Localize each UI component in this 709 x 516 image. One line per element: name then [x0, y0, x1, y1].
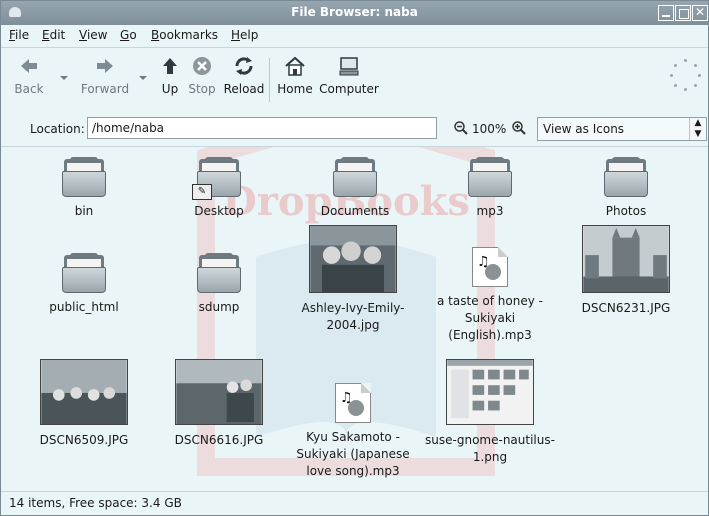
- stop-icon: [186, 52, 218, 78]
- image-thumbnail: [40, 359, 128, 425]
- menu-bookmarks[interactable]: Bookmarks: [151, 28, 218, 42]
- file-item-desktop[interactable]: ✎ Desktop: [154, 157, 284, 220]
- desktop-emblem-icon: ✎: [192, 184, 212, 200]
- folder-icon: [333, 157, 377, 197]
- menu-go[interactable]: Go: [120, 28, 137, 42]
- computer-button[interactable]: Computer: [319, 52, 379, 96]
- folder-icon: [197, 253, 241, 293]
- home-icon: [275, 52, 315, 78]
- folder-icon: [62, 157, 106, 197]
- location-input[interactable]: /home/naba: [87, 117, 437, 139]
- file-item-photos[interactable]: Photos: [561, 157, 691, 220]
- icon-view[interactable]: DropBooks bin ✎ Desktop Documents mp3 Ph…: [1, 147, 708, 491]
- file-name: a taste of honey - Sukiyaki (English).mp…: [437, 294, 543, 342]
- zoom-level[interactable]: 100%: [472, 122, 506, 136]
- stop-button[interactable]: Stop: [186, 52, 218, 96]
- file-item-sdump[interactable]: sdump: [154, 253, 284, 316]
- computer-icon: [319, 52, 379, 78]
- minimize-button[interactable]: [658, 5, 674, 21]
- image-thumbnail: [175, 359, 263, 425]
- reload-label: Reload: [223, 82, 265, 96]
- menu-bar: File Edit View Go Bookmarks Help: [1, 25, 708, 47]
- toolbar-separator: [269, 58, 270, 102]
- file-item-dscn6616[interactable]: DSCN6616.JPG: [154, 359, 284, 449]
- file-name: Desktop: [194, 204, 244, 218]
- up-arrow-icon: [158, 52, 182, 78]
- throbber-icon: [669, 58, 703, 92]
- close-button[interactable]: [692, 5, 708, 21]
- file-name: Documents: [320, 204, 390, 218]
- file-item-documents[interactable]: Documents: [290, 157, 420, 220]
- folder-icon: [604, 157, 648, 197]
- reload-icon: [222, 52, 266, 78]
- audio-file-icon: ♫: [335, 383, 371, 423]
- file-name: mp3: [476, 204, 504, 218]
- view-mode-value: View as Icons: [543, 122, 625, 136]
- location-label: Location:: [30, 122, 85, 136]
- home-button[interactable]: Home: [275, 52, 315, 96]
- file-item-kyu-sakamoto-mp3[interactable]: ♫ Kyu Sakamoto - Sukiyaki (Japanese love…: [290, 383, 416, 480]
- image-thumbnail: [582, 225, 670, 293]
- folder-icon: [468, 157, 512, 197]
- status-text: 14 items, Free space: 3.4 GB: [9, 496, 182, 510]
- forward-history-dropdown[interactable]: [139, 76, 147, 80]
- computer-label: Computer: [319, 82, 379, 96]
- file-item-bin[interactable]: bin: [19, 157, 149, 220]
- file-item-mp3[interactable]: mp3: [425, 157, 555, 220]
- file-name: Ashley-Ivy-Emily-2004.jpg: [301, 301, 405, 332]
- file-item-taste-of-honey-mp3[interactable]: ♫ a taste of honey - Sukiyaki (English).…: [425, 247, 555, 344]
- forward-arrow-icon: [77, 52, 133, 78]
- menu-file[interactable]: File: [9, 28, 29, 42]
- image-thumbnail: [309, 225, 397, 293]
- view-mode-select[interactable]: View as Icons ▲ ▼: [537, 117, 707, 141]
- forward-button[interactable]: Forward: [77, 52, 133, 96]
- up-button[interactable]: Up: [158, 52, 182, 96]
- file-name: suse-gnome-nautilus-1.png: [425, 433, 555, 464]
- back-button[interactable]: Back: [9, 52, 49, 96]
- forward-label: Forward: [80, 82, 130, 96]
- zoom-in-icon[interactable]: [511, 120, 527, 139]
- file-name: public_html: [49, 300, 119, 314]
- image-thumbnail: [446, 359, 534, 425]
- back-arrow-icon: [9, 52, 49, 78]
- file-name: DSCN6616.JPG: [174, 433, 264, 447]
- menu-edit[interactable]: Edit: [42, 28, 65, 42]
- window-title: File Browser: naba: [291, 5, 418, 19]
- back-label: Back: [14, 82, 44, 96]
- file-browser-window: File Browser: naba File Edit View Go Boo…: [0, 0, 709, 516]
- audio-file-icon: ♫: [472, 247, 508, 287]
- file-item-dscn6231[interactable]: DSCN6231.JPG: [561, 225, 691, 317]
- file-item-public-html[interactable]: public_html: [19, 253, 149, 316]
- stop-label: Stop: [188, 82, 216, 96]
- file-name: DSCN6509.JPG: [39, 433, 129, 447]
- title-bar[interactable]: File Browser: naba: [1, 1, 708, 25]
- menu-help[interactable]: Help: [231, 28, 258, 42]
- folder-icon: [62, 253, 106, 293]
- status-bar: 14 items, Free space: 3.4 GB: [1, 491, 708, 515]
- menu-view[interactable]: View: [79, 28, 107, 42]
- file-name: sdump: [198, 300, 240, 314]
- file-name: bin: [74, 204, 94, 218]
- back-history-dropdown[interactable]: [60, 76, 68, 80]
- home-label: Home: [277, 82, 313, 96]
- select-arrows-icon: ▲ ▼: [689, 118, 706, 140]
- toolbar: Back Forward Up Stop Reload Home Compute…: [1, 47, 708, 113]
- file-item-dscn6509[interactable]: DSCN6509.JPG: [19, 359, 149, 449]
- file-name: Kyu Sakamoto - Sukiyaki (Japanese love s…: [296, 430, 410, 478]
- file-name: DSCN6231.JPG: [581, 301, 671, 315]
- up-label: Up: [161, 82, 179, 96]
- file-item-ashley-jpg[interactable]: Ashley-Ivy-Emily-2004.jpg: [290, 225, 416, 334]
- location-bar: Location: /home/naba 100% View as Icons …: [1, 112, 708, 147]
- reload-button[interactable]: Reload: [222, 52, 266, 96]
- file-item-suse-gnome-png[interactable]: suse-gnome-nautilus-1.png: [425, 359, 555, 466]
- maximize-button[interactable]: [675, 5, 691, 21]
- file-name: Photos: [605, 204, 647, 218]
- zoom-out-icon[interactable]: [453, 120, 469, 139]
